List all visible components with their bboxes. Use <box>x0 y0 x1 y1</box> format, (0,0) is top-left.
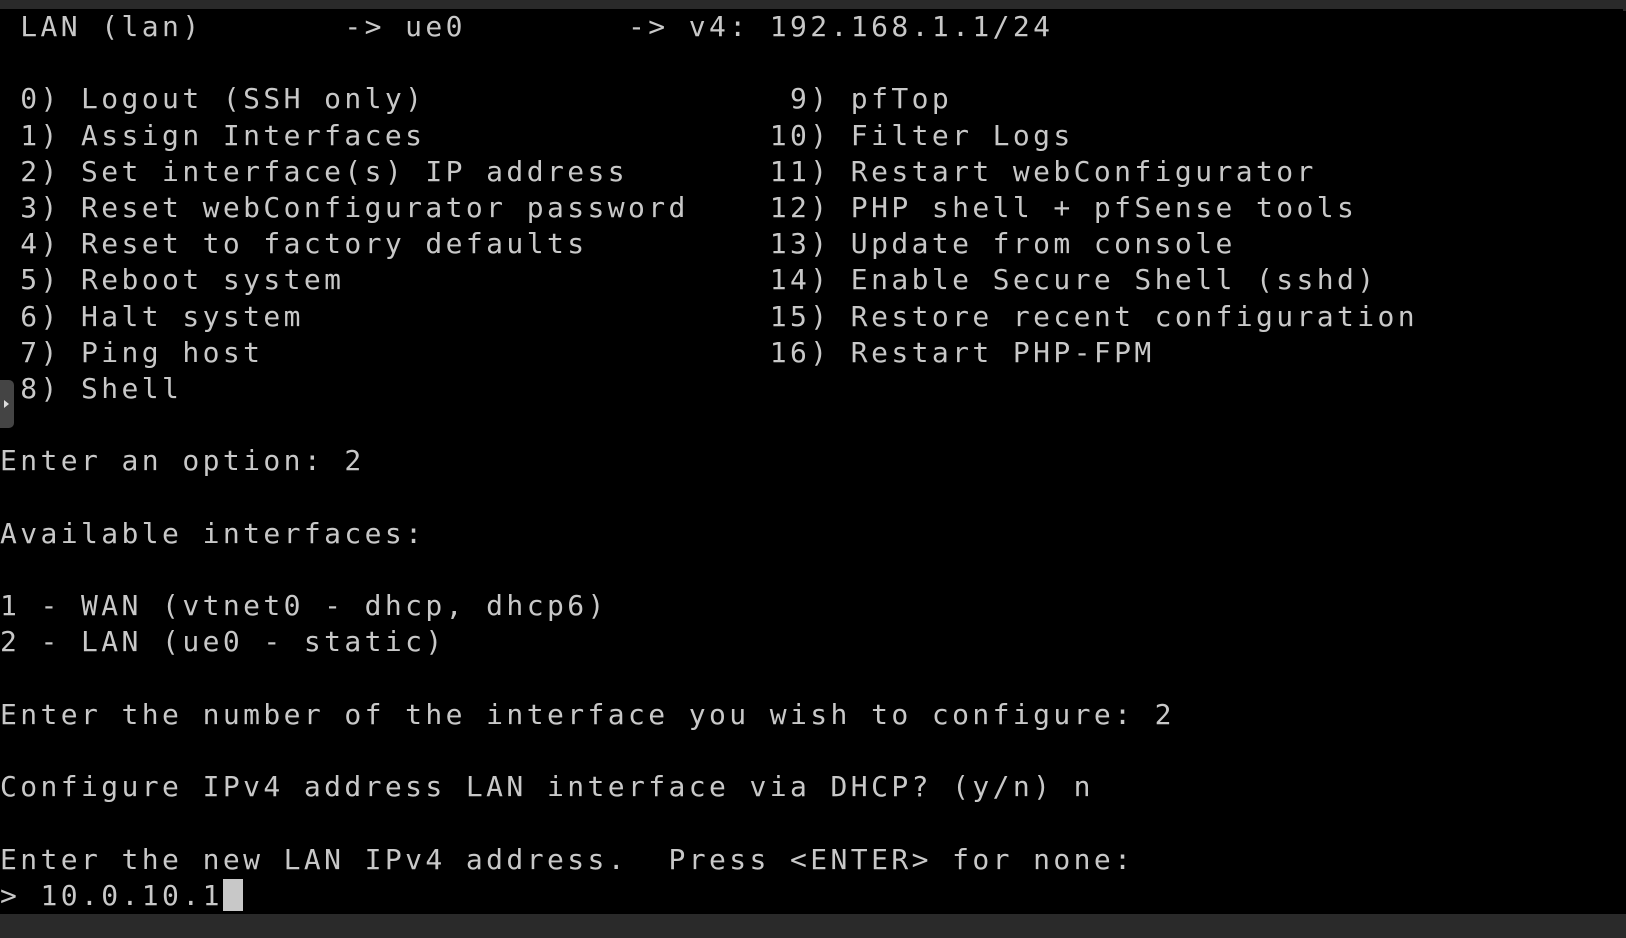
terminal-line: Configure IPv4 address LAN interface via… <box>0 770 1094 804</box>
terminal-line: 2 - LAN (ue0 - static) <box>0 625 446 659</box>
terminal-input-line[interactable]: > 10.0.10.1 <box>0 878 243 914</box>
terminal-line: Enter an option: 2 <box>0 444 365 478</box>
terminal-line: Available interfaces: <box>0 516 426 550</box>
terminal-line: 7) Ping host 16) Restart PHP-FPM <box>0 335 1155 369</box>
terminal-console[interactable]: LAN (lan) -> ue0 -> v4: 192.168.1.1/24 0… <box>0 9 1623 914</box>
cursor <box>222 878 243 911</box>
terminal-line: 0) Logout (SSH only) 9) pfTop <box>0 82 953 116</box>
terminal-line: 1 - WAN (vtnet0 - dhcp, dhcp6) <box>0 589 608 623</box>
terminal-line: Enter the number of the interface you wi… <box>0 697 1175 731</box>
terminal-line: 6) Halt system 15) Restore recent config… <box>0 299 1419 333</box>
input-value[interactable]: 10.0.10.1 <box>41 879 223 912</box>
terminal-line: 5) Reboot system 14) Enable Secure Shell… <box>0 263 1378 297</box>
terminal-line: 4) Reset to factory defaults 13) Update … <box>0 227 1236 261</box>
triangle-right-icon <box>4 400 9 408</box>
terminal-line: 8) Shell <box>0 372 183 405</box>
terminal-line: Enter the new LAN IPv4 address. Press <E… <box>0 842 1135 876</box>
terminal-line: LAN (lan) -> ue0 -> v4: 192.168.1.1/24 <box>0 10 1054 43</box>
terminal-line: 1) Assign Interfaces 10) Filter Logs <box>0 118 1074 152</box>
window-bottom-bar <box>0 914 1626 938</box>
terminal-line: 3) Reset webConfigurator password 12) PH… <box>0 191 1358 224</box>
terminal-line: 2) Set interface(s) IP address 11) Resta… <box>0 154 1317 188</box>
side-panel-toggle[interactable] <box>0 380 14 428</box>
prompt: > <box>0 878 41 912</box>
